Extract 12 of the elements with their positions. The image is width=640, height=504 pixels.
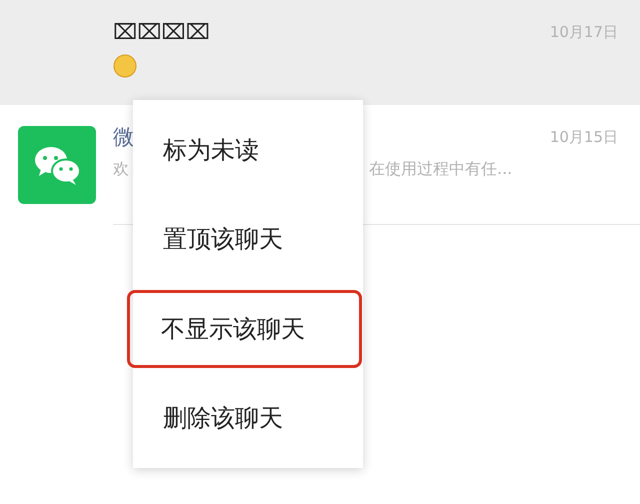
menu-item[interactable]: 删除该聊天: [133, 379, 363, 458]
emoji-icon: [113, 54, 137, 78]
menu-item[interactable]: 标为未读: [133, 110, 363, 189]
menu-item[interactable]: 不显示该聊天: [127, 290, 362, 368]
message-preview: 在使用过程中有任...: [369, 159, 512, 180]
chat-name: 微: [113, 124, 134, 151]
chat-name: ⌧⌧⌧⌧: [113, 19, 210, 46]
menu-item[interactable]: 置顶该聊天: [133, 200, 363, 278]
chat-row[interactable]: ⌧⌧⌧⌧ 10月17日: [0, 0, 640, 105]
message-preview: 欢: [113, 159, 129, 180]
chat-date: 10月17日: [550, 22, 618, 42]
chat-date: 10月15日: [550, 128, 618, 146]
